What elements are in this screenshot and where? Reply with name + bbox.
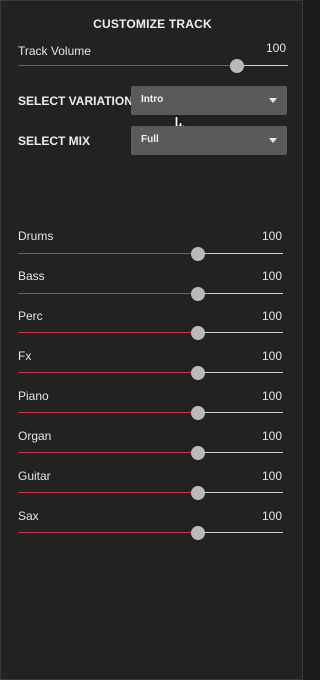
slider-thumb[interactable] <box>229 59 244 73</box>
instrument-value-bass: 100 <box>261 269 282 283</box>
instrument-slider-perc[interactable] <box>18 326 283 340</box>
slider-thumb[interactable] <box>191 446 206 460</box>
customize-track-panel: CUSTOMIZE TRACK Track Volume 100 SELECT … <box>0 0 303 680</box>
slider-thumb[interactable] <box>191 526 206 540</box>
instrument-slider-piano[interactable] <box>18 406 283 420</box>
slider-fill <box>18 492 199 493</box>
instrument-slider-fx[interactable] <box>18 366 283 380</box>
slider-fill <box>18 452 199 453</box>
slider-fill <box>18 532 199 533</box>
instrument-value-fx: 100 <box>261 349 282 363</box>
instrument-label-bass: Bass <box>18 269 45 283</box>
instrument-slider-sax[interactable] <box>18 526 283 540</box>
instrument-value-drums: 100 <box>261 229 282 243</box>
instrument-value-organ: 100 <box>261 429 282 443</box>
slider-fill <box>18 253 199 254</box>
slider-fill <box>18 412 199 413</box>
slider-thumb[interactable] <box>191 247 206 261</box>
track-volume-slider[interactable] <box>18 59 288 73</box>
instrument-label-organ: Organ <box>18 429 52 443</box>
track-volume-value: 100 <box>265 41 286 55</box>
slider-thumb[interactable] <box>191 326 206 340</box>
slider-fill <box>18 293 199 294</box>
select-mix-label: SELECT MIX <box>18 134 91 148</box>
instrument-value-guitar: 100 <box>261 469 282 483</box>
slider-thumb[interactable] <box>191 406 206 420</box>
instrument-label-fx: Fx <box>18 349 32 363</box>
variation-dropdown[interactable]: Intro <box>131 86 287 115</box>
mix-selected-value: Full <box>141 134 159 145</box>
instrument-label-drums: Drums <box>18 229 54 243</box>
instrument-label-perc: Perc <box>18 309 43 323</box>
slider-fill <box>18 332 199 333</box>
slider-thumb[interactable] <box>191 287 206 301</box>
panel-title: CUSTOMIZE TRACK <box>93 17 212 31</box>
slider-thumb[interactable] <box>191 486 206 500</box>
instrument-slider-organ[interactable] <box>18 446 283 460</box>
select-variation-label: SELECT VARIATION <box>18 94 133 108</box>
instrument-slider-bass[interactable] <box>18 287 283 301</box>
instrument-label-sax: Sax <box>18 509 39 523</box>
instrument-slider-drums[interactable] <box>18 247 283 261</box>
mix-dropdown[interactable]: Full <box>131 126 287 155</box>
instrument-label-guitar: Guitar <box>18 469 51 483</box>
slider-fill <box>18 372 199 373</box>
slider-thumb[interactable] <box>191 366 206 380</box>
variation-selected-value: Intro <box>141 94 164 105</box>
instrument-value-sax: 100 <box>261 509 282 523</box>
instrument-label-piano: Piano <box>18 389 49 403</box>
instrument-slider-guitar[interactable] <box>18 486 283 500</box>
caret-down-icon <box>269 138 277 143</box>
instrument-value-piano: 100 <box>261 389 282 403</box>
slider-fill <box>18 65 237 66</box>
caret-down-icon <box>269 98 277 103</box>
track-volume-label: Track Volume <box>18 44 91 58</box>
instrument-value-perc: 100 <box>261 309 282 323</box>
